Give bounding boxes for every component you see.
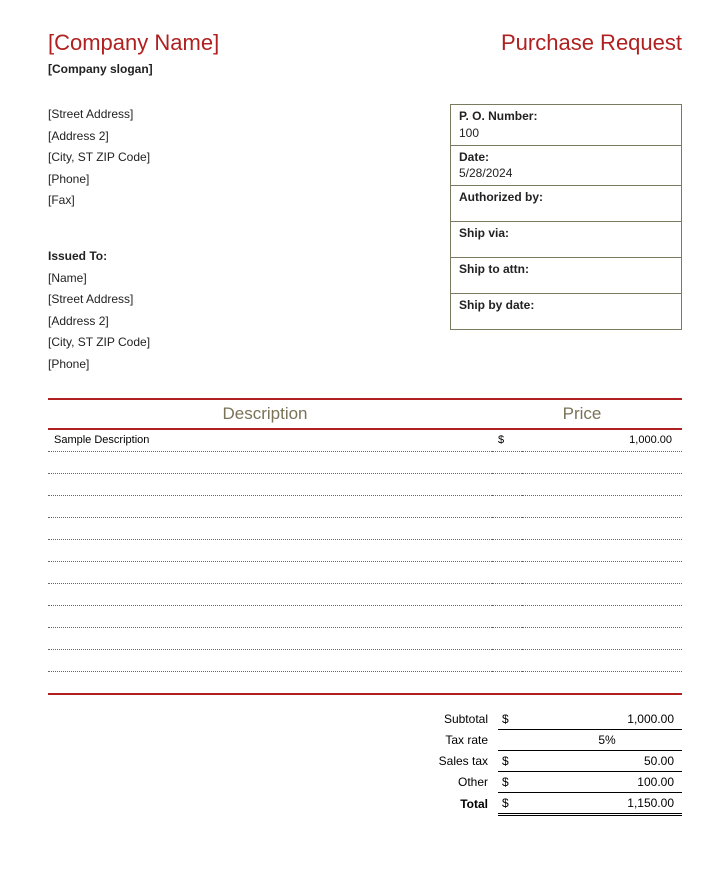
total-row: Total $ 1,150.00 — [378, 793, 682, 815]
from-phone: [Phone] — [48, 169, 450, 191]
empty-row — [48, 606, 682, 628]
tax-rate-cur — [498, 730, 532, 751]
document-title: Purchase Request — [501, 30, 682, 56]
ship-by-cell: Ship by date: — [451, 294, 682, 330]
issued-name: [Name] — [48, 268, 450, 290]
header-left: [Company Name] — [48, 30, 219, 62]
date-value: 5/28/2024 — [459, 166, 512, 180]
empty-row — [48, 518, 682, 540]
auth-label: Authorized by: — [459, 190, 543, 204]
empty-row — [48, 650, 682, 672]
sales-tax-row: Sales tax $ 50.00 — [378, 751, 682, 772]
issued-street: [Street Address] — [48, 289, 450, 311]
ship-via-label: Ship via: — [459, 226, 509, 240]
mid-section: [Street Address] [Address 2] [City, ST Z… — [48, 104, 682, 376]
empty-row — [48, 562, 682, 584]
totals-table: Subtotal $ 1,000.00 Tax rate 5% Sales ta… — [378, 709, 682, 816]
empty-row — [48, 672, 682, 694]
date-cell: Date: 5/28/2024 — [451, 145, 682, 186]
tax-rate-row: Tax rate 5% — [378, 730, 682, 751]
subtotal-val: 1,000.00 — [532, 709, 682, 730]
issued-city: [City, ST ZIP Code] — [48, 332, 450, 354]
issued-phone: [Phone] — [48, 354, 450, 376]
issued-to-label: Issued To: — [48, 246, 450, 268]
info-box: P. O. Number: 100 Date: 5/28/2024 Author… — [450, 104, 682, 330]
total-cur: $ — [498, 793, 532, 815]
total-label: Total — [378, 793, 498, 815]
purchase-request-page: [Company Name] Purchase Request [Company… — [0, 0, 720, 846]
from-city: [City, ST ZIP Code] — [48, 147, 450, 169]
totals-section: Subtotal $ 1,000.00 Tax rate 5% Sales ta… — [48, 709, 682, 816]
tax-rate-label: Tax rate — [378, 730, 498, 751]
items-section: Description Price Sample Description $ 1… — [48, 398, 682, 696]
line-currency: $ — [492, 430, 522, 452]
total-val: 1,150.00 — [532, 793, 682, 815]
empty-row — [48, 628, 682, 650]
from-fax: [Fax] — [48, 190, 450, 212]
po-label: P. O. Number: — [459, 109, 537, 123]
ship-via-cell: Ship via: — [451, 222, 682, 258]
from-street: [Street Address] — [48, 104, 450, 126]
empty-row — [48, 452, 682, 474]
sales-tax-label: Sales tax — [378, 751, 498, 772]
other-row: Other $ 100.00 — [378, 772, 682, 793]
empty-row — [48, 584, 682, 606]
from-address2: [Address 2] — [48, 126, 450, 148]
other-label: Other — [378, 772, 498, 793]
po-cell: P. O. Number: 100 — [451, 105, 682, 146]
header: [Company Name] Purchase Request — [48, 30, 682, 62]
empty-row — [48, 496, 682, 518]
po-value: 100 — [459, 126, 479, 140]
line-amount: 1,000.00 — [522, 430, 682, 452]
empty-row — [48, 474, 682, 496]
other-cur: $ — [498, 772, 532, 793]
line-desc: Sample Description — [48, 430, 492, 452]
ship-by-label: Ship by date: — [459, 298, 534, 312]
issued-address2: [Address 2] — [48, 311, 450, 333]
ship-attn-label: Ship to attn: — [459, 262, 529, 276]
addresses: [Street Address] [Address 2] [City, ST Z… — [48, 104, 450, 376]
subtotal-cur: $ — [498, 709, 532, 730]
col-price: Price — [482, 400, 682, 428]
items-table: Sample Description $ 1,000.00 — [48, 430, 682, 695]
col-description: Description — [48, 400, 482, 428]
items-bottom-rule — [48, 693, 682, 695]
sales-tax-val: 50.00 — [532, 751, 682, 772]
sales-tax-cur: $ — [498, 751, 532, 772]
company-name: [Company Name] — [48, 30, 219, 56]
company-slogan: [Company slogan] — [48, 62, 682, 76]
items-header: Description Price — [48, 398, 682, 430]
ship-attn-cell: Ship to attn: — [451, 258, 682, 294]
tax-rate-val: 5% — [532, 730, 682, 751]
auth-cell: Authorized by: — [451, 186, 682, 222]
subtotal-label: Subtotal — [378, 709, 498, 730]
other-val: 100.00 — [532, 772, 682, 793]
line-item-row: Sample Description $ 1,000.00 — [48, 430, 682, 452]
date-label: Date: — [459, 150, 489, 164]
subtotal-row: Subtotal $ 1,000.00 — [378, 709, 682, 730]
empty-row — [48, 540, 682, 562]
